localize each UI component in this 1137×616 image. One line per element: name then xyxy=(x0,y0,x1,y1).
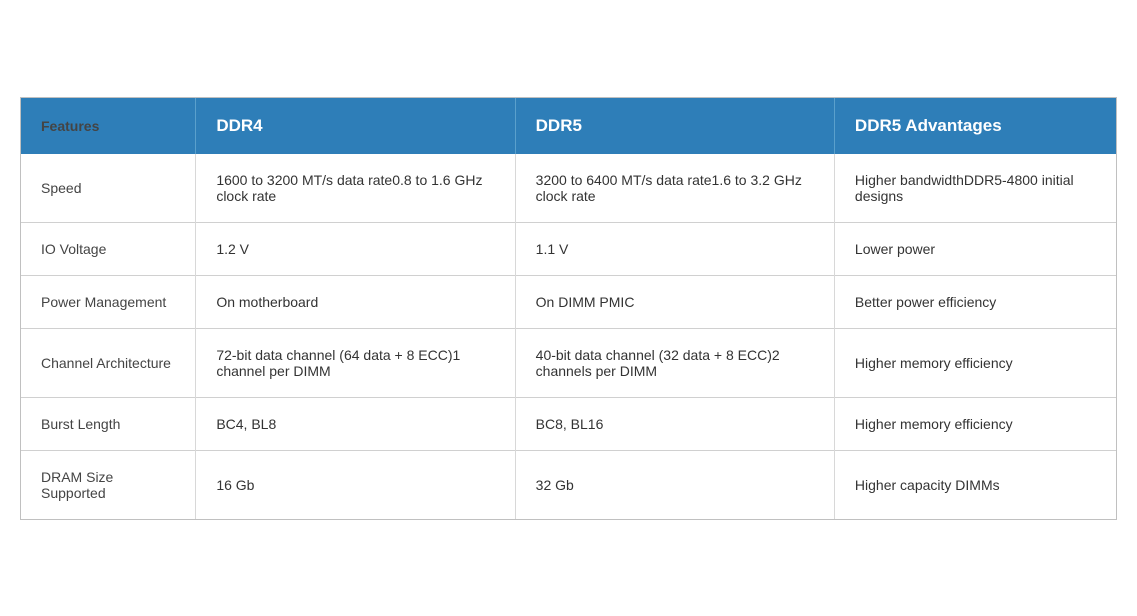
cell-feature: DRAM Size Supported xyxy=(21,450,196,519)
cell-ddr5: 3200 to 6400 MT/s data rate1.6 to 3.2 GH… xyxy=(515,154,834,223)
cell-ddr4: 1600 to 3200 MT/s data rate0.8 to 1.6 GH… xyxy=(196,154,515,223)
cell-ddr5: 32 Gb xyxy=(515,450,834,519)
header-advantages: DDR5 Advantages xyxy=(834,98,1116,154)
table-row: Power ManagementOn motherboardOn DIMM PM… xyxy=(21,275,1116,328)
table-body: Speed1600 to 3200 MT/s data rate0.8 to 1… xyxy=(21,154,1116,519)
table-header-row: Features DDR4 DDR5 DDR5 Advantages xyxy=(21,98,1116,154)
ddr4-line1: 1600 to 3200 MT/s data rate xyxy=(216,172,392,188)
table-row: Burst LengthBC4, BL8BC8, BL16Higher memo… xyxy=(21,397,1116,450)
cell-ddr4: 16 Gb xyxy=(196,450,515,519)
cell-ddr5: 1.1 V xyxy=(515,222,834,275)
cell-ddr5: 40-bit data channel (32 data + 8 ECC)2 c… xyxy=(515,328,834,397)
cell-advantage: Higher capacity DIMMs xyxy=(834,450,1116,519)
cell-ddr5: BC8, BL16 xyxy=(515,397,834,450)
cell-advantage: Better power efficiency xyxy=(834,275,1116,328)
ddr4-line1: 72-bit data channel (64 data + 8 ECC) xyxy=(216,347,452,363)
comparison-table: Features DDR4 DDR5 DDR5 Advantages Speed… xyxy=(21,98,1116,519)
adv-line1: Higher bandwidth xyxy=(855,172,964,188)
header-ddr5: DDR5 xyxy=(515,98,834,154)
header-features: Features xyxy=(21,98,196,154)
cell-feature: Burst Length xyxy=(21,397,196,450)
cell-ddr4: 72-bit data channel (64 data + 8 ECC)1 c… xyxy=(196,328,515,397)
ddr5-line1: 40-bit data channel (32 data + 8 ECC) xyxy=(536,347,772,363)
header-ddr4: DDR4 xyxy=(196,98,515,154)
table-row: Channel Architecture72-bit data channel … xyxy=(21,328,1116,397)
table-row: DRAM Size Supported16 Gb32 GbHigher capa… xyxy=(21,450,1116,519)
cell-ddr4: On motherboard xyxy=(196,275,515,328)
ddr5-line1: 3200 to 6400 MT/s data rate xyxy=(536,172,712,188)
comparison-table-wrapper: Features DDR4 DDR5 DDR5 Advantages Speed… xyxy=(20,97,1117,520)
table-row: IO Voltage1.2 V1.1 VLower power xyxy=(21,222,1116,275)
cell-feature: IO Voltage xyxy=(21,222,196,275)
cell-advantage: Higher bandwidthDDR5-4800 initial design… xyxy=(834,154,1116,223)
cell-ddr4: 1.2 V xyxy=(196,222,515,275)
cell-advantage: Higher memory efficiency xyxy=(834,328,1116,397)
cell-ddr5: On DIMM PMIC xyxy=(515,275,834,328)
cell-advantage: Lower power xyxy=(834,222,1116,275)
cell-advantage: Higher memory efficiency xyxy=(834,397,1116,450)
table-row: Speed1600 to 3200 MT/s data rate0.8 to 1… xyxy=(21,154,1116,223)
cell-feature: Channel Architecture xyxy=(21,328,196,397)
cell-ddr4: BC4, BL8 xyxy=(196,397,515,450)
cell-feature: Power Management xyxy=(21,275,196,328)
cell-feature: Speed xyxy=(21,154,196,223)
